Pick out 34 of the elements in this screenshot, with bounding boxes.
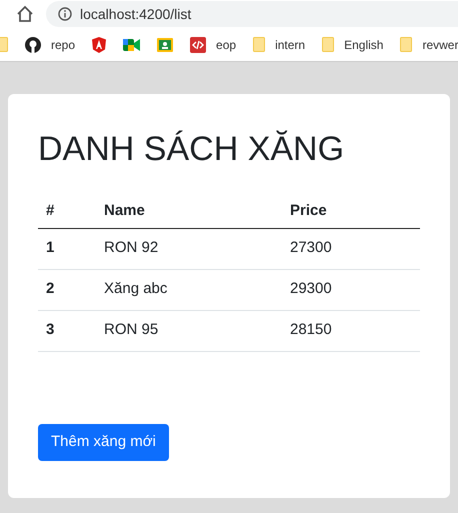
classroom-icon bbox=[157, 38, 174, 52]
bookmark[interactable]: revwer bbox=[398, 36, 458, 54]
url-text: localhost:4200/list bbox=[80, 4, 192, 24]
video-camera-icon bbox=[123, 38, 140, 52]
column-header: Price bbox=[289, 200, 327, 221]
column-header: # bbox=[45, 200, 56, 221]
bookmark[interactable] bbox=[90, 36, 108, 52]
code-icon bbox=[190, 36, 206, 52]
add-button[interactable]: Thêm xăng mới bbox=[38, 424, 169, 460]
address-bar[interactable]: localhost:4200/list bbox=[46, 1, 458, 27]
table-cell-text: 3 bbox=[45, 320, 56, 340]
table-cell-text: 29300 bbox=[289, 279, 332, 300]
folder-icon bbox=[400, 37, 412, 52]
bookmark[interactable]: English bbox=[320, 36, 386, 54]
table-cell-text: RON 95 bbox=[103, 320, 160, 340]
table-cell-text: 1 bbox=[45, 238, 56, 258]
shield-icon bbox=[92, 36, 106, 52]
table-cell-text: RON 92 bbox=[103, 238, 160, 258]
home-icon[interactable] bbox=[16, 5, 34, 23]
github-icon bbox=[25, 36, 41, 52]
table-cell-text: 27300 bbox=[289, 238, 332, 258]
column-header: Name bbox=[103, 200, 146, 221]
bookmark[interactable] bbox=[155, 38, 176, 52]
table-cell-text: 2 bbox=[45, 279, 56, 300]
bookmark[interactable] bbox=[121, 38, 142, 52]
page-title: DANH SÁCH XĂNG bbox=[38, 129, 346, 170]
bookmark[interactable]: repo bbox=[23, 36, 78, 54]
bookmark[interactable]: eop bbox=[188, 36, 238, 54]
folder-icon bbox=[253, 37, 266, 52]
table-cell-text: Xăng abc bbox=[103, 279, 168, 300]
table-cell-text: 28150 bbox=[289, 320, 332, 340]
bookmark[interactable]: intern bbox=[251, 36, 308, 54]
info-icon bbox=[58, 7, 72, 21]
folder-icon bbox=[322, 37, 334, 52]
